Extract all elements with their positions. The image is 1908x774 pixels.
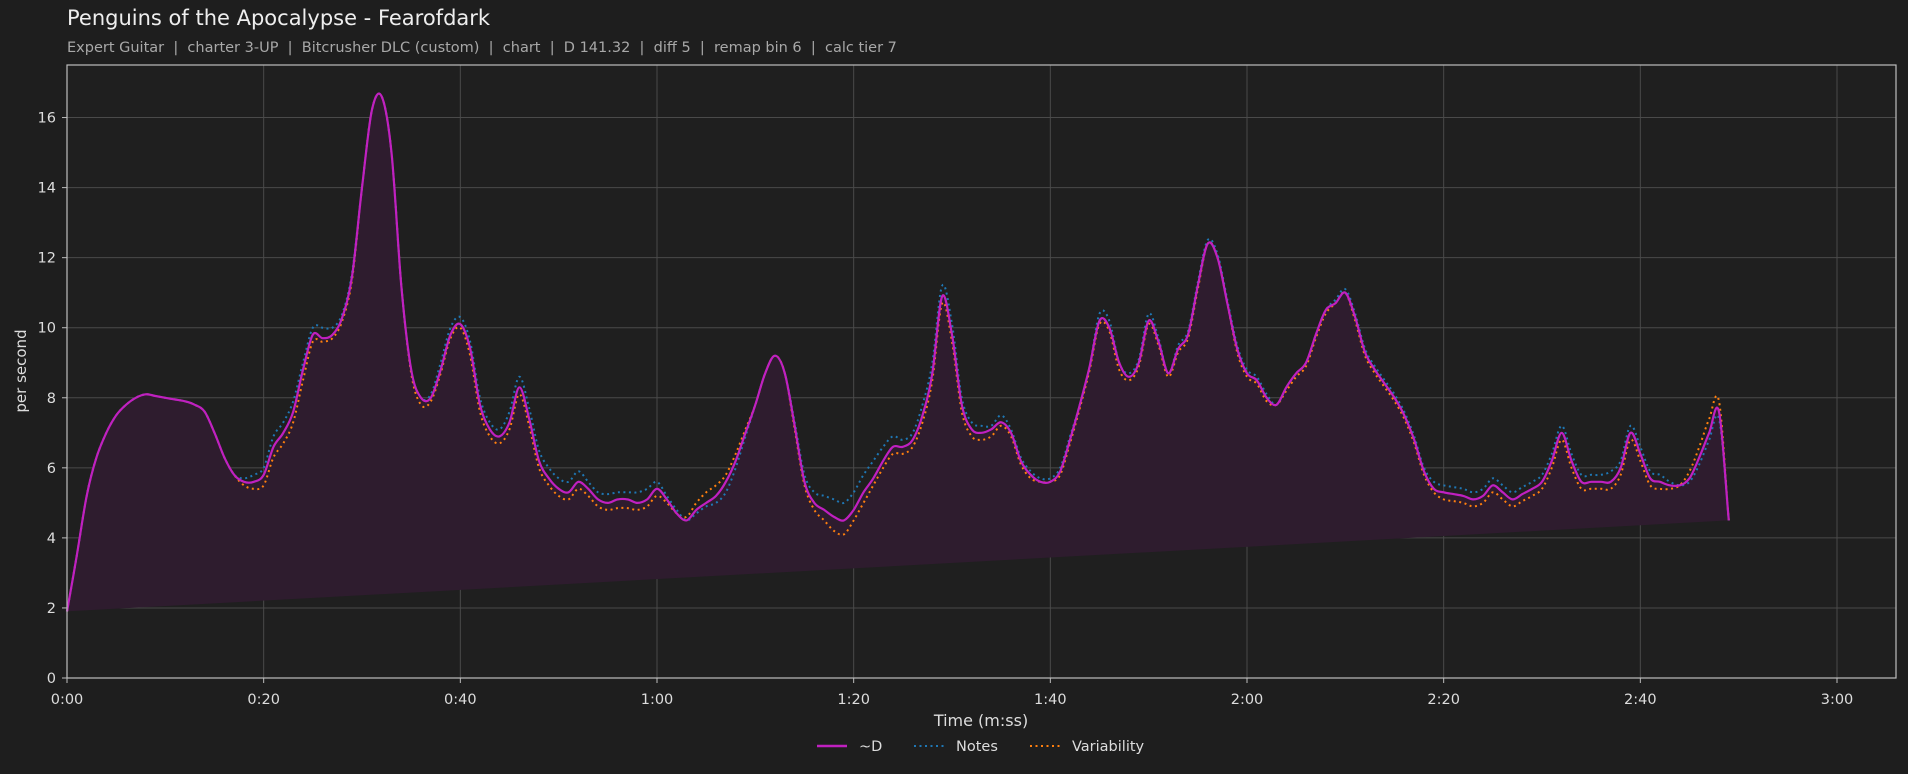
x-tick-label: 0:20 xyxy=(247,692,280,708)
x-tick-label: 2:00 xyxy=(1231,692,1264,708)
x-tick-label: 1:20 xyxy=(837,692,870,708)
y-tick-label: 16 xyxy=(38,111,56,127)
y-tick-label: 8 xyxy=(47,391,56,407)
x-tick-label: 0:40 xyxy=(444,692,477,708)
y-axis-label: per second xyxy=(12,329,30,412)
x-tick-label: 2:20 xyxy=(1427,692,1460,708)
line-chart: 0:00 0:20 0:40 1:00 1:20 1:40 2:00 2:20 2:40 3:00… xyxy=(12,64,1897,755)
y-tick-label: 10 xyxy=(38,321,56,337)
x-tick-label: 2:40 xyxy=(1624,692,1657,708)
y-tick-label: 4 xyxy=(47,531,56,547)
y-axis-ticks: 0 2 4 6 8 10 12 14 16 xyxy=(38,111,67,687)
y-tick-label: 12 xyxy=(38,251,56,267)
y-tick-label: 14 xyxy=(38,181,56,197)
x-tick-label: 3:00 xyxy=(1821,692,1854,708)
x-tick-label: 0:00 xyxy=(51,692,84,708)
legend-label-notes: Notes xyxy=(956,739,998,755)
legend-label-d: ~D xyxy=(859,739,882,755)
y-tick-label: 2 xyxy=(47,601,56,617)
y-tick-label: 0 xyxy=(47,671,56,687)
x-axis-ticks: 0:00 0:20 0:40 1:00 1:20 1:40 2:00 2:20 2:40 3:00 xyxy=(51,678,1854,708)
y-tick-label: 6 xyxy=(47,461,56,477)
legend: ~D Notes Variability xyxy=(817,739,1145,755)
x-tick-label: 1:40 xyxy=(1034,692,1067,708)
legend-label-variability: Variability xyxy=(1072,739,1145,755)
x-axis-label: Time (m:ss) xyxy=(933,711,1028,730)
x-tick-label: 1:00 xyxy=(641,692,674,708)
